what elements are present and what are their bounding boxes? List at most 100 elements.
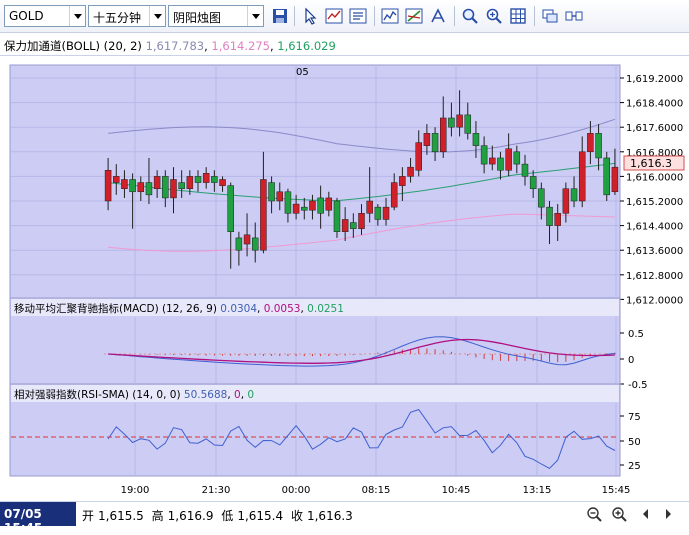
candle-body [423,133,431,146]
open-value: 1,615.5 [98,509,144,523]
candle-body [464,114,472,134]
low-label: 低 [221,509,234,523]
candle-body [202,173,210,183]
time-tick-label: 15:45 [602,485,631,496]
toolbar-separator [374,6,375,26]
symbol-select[interactable]: GOLD [4,5,86,27]
indicator-chart-icon[interactable] [380,6,400,26]
rsi-value-1: 50.5688 [184,389,227,401]
chart-area[interactable]: 05 1,619.2000 1,618.4000 1,617.6000 1,616.8… [0,57,689,497]
candle-body [325,197,333,211]
trend-icon[interactable] [404,6,424,26]
scroll-right-icon[interactable] [658,505,678,523]
scroll-left-icon[interactable] [636,505,656,523]
candle-body [309,200,316,211]
macd-label: 移动平均汇聚背驰指标(MACD) (12, 26, 9) [14,302,217,315]
rsi-axis: 75 50 25 [620,412,641,472]
status-datetime: 07/05 15:45 [0,502,76,535]
candle-body [521,163,529,177]
price-tick-label: 1,615.2000 [626,197,683,208]
zoom-icon[interactable] [484,6,504,26]
candle-body [227,185,234,232]
candle-body [219,179,226,186]
candle-body [170,179,177,199]
draw-tool-icon[interactable] [428,6,448,26]
ohlc-quote: 开 1,615.5 高 1,616.9 低 1,615.4 收 1,616.3 [82,507,357,524]
price-tick-label: 1,618.4000 [626,99,683,110]
indicator-list-icon[interactable] [348,6,368,26]
candle-body [268,182,275,202]
price-panel[interactable] [9,64,621,299]
window-icon[interactable] [540,6,560,26]
chevron-down-icon[interactable] [69,6,85,26]
candle-body [137,182,145,193]
price-tick-label: 1,619.2000 [626,74,683,85]
macd-axis: 0.5 0 -0.5 [620,329,648,391]
macd-value-3: 0.0251 [307,303,344,315]
candle-body [456,114,463,128]
candle-body [301,206,308,211]
layout-icon[interactable] [564,6,584,26]
zoom-out-icon[interactable] [585,505,605,523]
rsi-tick-label: 25 [628,461,641,472]
candle-body [121,179,128,189]
candle-body [489,157,496,165]
candle-body [554,213,561,226]
time-tick-label: 10:45 [442,485,471,496]
chevron-down-icon[interactable] [149,6,165,26]
candle-body [350,222,357,229]
candle-body [538,188,545,208]
time-tick-label: 19:00 [121,485,150,496]
period-select[interactable]: 十五分钟 [88,5,166,27]
time-axis: 19:00 21:30 00:00 08:15 10:45 13:15 15:45 [121,485,631,496]
candle-body [251,237,259,251]
price-tick-label: 1,617.6000 [626,123,683,134]
candle-body [333,200,341,232]
time-tick-label: 13:15 [523,485,552,496]
candle-body [178,182,185,189]
current-price-label: 1,616.3 [630,157,672,170]
candle-body [529,176,537,189]
candle-body [587,133,594,153]
rsi-value-2: 0 [234,389,241,401]
candle-body [407,166,414,177]
search-icon[interactable] [460,6,480,26]
open-label: 开 [82,509,95,523]
boll-upper-value: 1,617.783 [145,39,205,53]
toolbar: GOLD 十五分钟 阴阳烛图 [0,0,689,33]
rsi-value-3: 0 [247,389,254,401]
macd-value-2: 0.0053 [264,303,301,315]
chart-type-select[interactable]: 阴阳烛图 [168,5,264,27]
zoom-in-icon[interactable] [610,505,630,523]
close-label: 收 [290,509,303,523]
candle-body [243,234,251,245]
cursor-icon[interactable] [300,6,320,26]
boll-lower-value: 1,616.029 [277,39,336,53]
rsi-tick-label: 50 [628,437,641,448]
line-draw-icon[interactable] [324,6,344,26]
low-value: 1,615.4 [237,509,284,523]
boll-indicator-header: 保力加通道(BOLL) (20, 2) 1,617.783, 1,614.275… [0,34,689,56]
save-icon[interactable] [270,6,290,26]
price-tick-label: 1,616.0000 [626,172,683,183]
candle-body [448,117,455,128]
candle-body [480,145,488,165]
high-label: 高 [151,509,164,523]
toolbar-separator [534,6,535,26]
grid-icon[interactable] [508,6,528,26]
close-value: 1,616.3 [306,509,353,523]
status-bar: 07/05 15:45 开 1,615.5 高 1,616.9 低 1,615.4 收… [0,501,689,535]
price-tick-label: 1,612.8000 [626,271,683,282]
candle-body [366,200,373,214]
candle-body [104,170,112,202]
macd-value-1: 0.0304 [220,303,257,315]
price-tick-label: 1,613.6000 [626,246,683,257]
candle-body [382,206,390,220]
time-tick-label: 21:30 [202,485,231,496]
candle-body [129,179,136,193]
chevron-down-icon[interactable] [247,6,263,26]
rsi-tick-label: 75 [628,412,641,423]
candle-body [570,188,578,202]
chart-type-select-value: 阴阳烛图 [173,11,222,25]
candle-body [431,133,439,153]
